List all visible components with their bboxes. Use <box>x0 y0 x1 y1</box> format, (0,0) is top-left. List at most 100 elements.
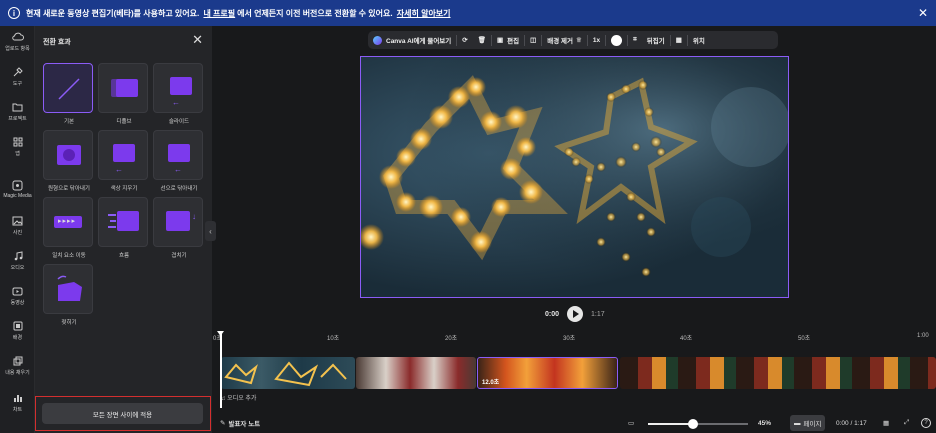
clip-gifts-selected[interactable]: 12.0초 <box>477 357 618 389</box>
canva-ai-button[interactable]: Canva AI에게 물어보기 <box>368 31 456 49</box>
position-button[interactable]: 위치 <box>688 31 710 49</box>
audio-add-label: 오디오 추가 <box>227 396 257 402</box>
timeline-ruler[interactable]: 0초 10초 20초 30초 40초 50초 1:00 <box>213 333 936 343</box>
apply-all-button[interactable]: 모든 장면 사이에 적용 <box>42 403 203 424</box>
rail-item-magic-media[interactable]: Magic Media <box>0 179 35 199</box>
bottom-bar: ✎ 발표자 노트 ▭ 45% ▬ 페이지 0:00 / 1:17 ▦ ⤢ ? <box>212 413 936 433</box>
transition-flow[interactable]: 흐름 <box>98 197 150 259</box>
total-time: 1:17 <box>591 310 605 318</box>
transition-slide[interactable]: ← 슬라이드 <box>153 63 205 125</box>
transition-circle-wipe[interactable]: 원형으로 닦아내기 <box>43 130 95 192</box>
rail-label: 차트 <box>12 407 23 413</box>
clip-presents[interactable] <box>620 357 936 389</box>
color-button[interactable] <box>606 31 627 49</box>
tools-icon <box>13 66 23 78</box>
rail-item-apps[interactable]: 앱 <box>0 136 35 157</box>
video-canvas[interactable] <box>360 56 789 298</box>
side-rail: 업로드 항목 도구 프로젝트 앱 Magic Media 사진 오디오 동영상 … <box>0 26 35 433</box>
transition-overlap[interactable]: ↓ 겹치기 <box>153 197 205 259</box>
flow-icon <box>98 197 148 247</box>
close-icon[interactable]: ✕ <box>918 6 928 20</box>
tick-label: 30초 <box>563 336 576 342</box>
transition-label: 젖히기 <box>61 320 77 326</box>
rail-item-video[interactable]: 동영상 <box>0 285 35 306</box>
transparency-button[interactable]: ▦ <box>671 31 687 49</box>
edit-button[interactable]: ▣ 편집 <box>492 31 524 49</box>
clip-stars[interactable] <box>221 357 355 389</box>
notes-icon: ✎ <box>220 420 226 427</box>
rail-item-audio[interactable]: 오디오 <box>0 250 35 271</box>
transition-line-wipe[interactable]: ← 선으로 닦아내기 <box>153 130 205 192</box>
replace-icon: ⟳ <box>462 37 468 44</box>
rail-label: Magic Media <box>3 193 32 199</box>
beta-banner: i 현재 새로운 동영상 편집기(베타)를 사용하고 있어요. 내 프로필 에서… <box>0 0 936 26</box>
dissolve-icon <box>98 63 148 113</box>
music-icon <box>13 250 23 262</box>
transition-match-move[interactable]: ▸▸▸▸ 일치 요소 이동 <box>43 197 95 259</box>
clip-duration: 12.0초 <box>482 380 500 386</box>
rail-item-uploads[interactable]: 업로드 항목 <box>0 31 35 52</box>
bg-remove-button[interactable]: 배경 제거 ♕ <box>542 31 587 49</box>
zoom-slider[interactable] <box>648 419 748 429</box>
photo-icon <box>12 215 23 227</box>
profile-link[interactable]: 내 프로필 <box>203 8 235 19</box>
peel-icon <box>43 264 93 314</box>
slide-icon: ← <box>153 63 203 113</box>
tick-label: 40초 <box>680 336 693 342</box>
split-icon: ◫ <box>530 37 537 44</box>
rail-item-chart[interactable]: 차트 <box>0 392 35 413</box>
delete-button[interactable]: 🗑 <box>473 31 491 49</box>
tick-label: 50초 <box>798 336 811 342</box>
rail-item-background[interactable]: 배경 <box>0 320 35 341</box>
background-icon <box>13 320 23 332</box>
clip-santa[interactable] <box>356 357 476 389</box>
speed-button[interactable]: 1x <box>588 31 605 49</box>
help-icon[interactable]: ? <box>921 418 931 428</box>
replace-button[interactable]: ⟳ <box>457 31 472 49</box>
rail-item-tools[interactable]: 도구 <box>0 66 35 87</box>
transition-label: 겹치기 <box>171 253 187 259</box>
split-button[interactable]: ◫ <box>525 31 541 49</box>
folder-icon <box>12 101 23 113</box>
color-wipe-icon: ← <box>98 130 148 180</box>
pages-icon: ▬ <box>794 419 801 427</box>
play-button[interactable] <box>567 306 584 322</box>
transition-label: 선으로 닦아내기 <box>160 186 198 192</box>
monitor-icon[interactable]: ▭ <box>628 419 634 427</box>
rail-label: 업로드 항목 <box>5 46 30 52</box>
clip-thumbnail <box>224 361 347 387</box>
collapse-panel-icon[interactable]: ‹ <box>205 221 216 241</box>
flip-button[interactable]: 뒤집기 <box>642 31 670 49</box>
current-time: 0:00 <box>545 310 560 318</box>
rail-label: 내용 채우기 <box>5 370 30 376</box>
rail-item-fill[interactable]: 내용 채우기 <box>0 355 35 376</box>
checker-icon: ▦ <box>675 37 682 44</box>
canva-ai-icon <box>373 35 382 45</box>
transition-peel[interactable]: 젖히기 <box>43 264 95 326</box>
rail-item-projects[interactable]: 프로젝트 <box>0 101 35 122</box>
fill-icon <box>13 355 23 367</box>
zoom-slider-knob[interactable] <box>688 419 698 429</box>
fullscreen-icon[interactable]: ⤢ <box>904 419 909 427</box>
transition-label: 색상 지우기 <box>110 186 138 192</box>
crop-button[interactable]: ⌗ <box>628 31 642 49</box>
close-icon[interactable]: ✕ <box>192 32 203 48</box>
transition-color-wipe[interactable]: ← 색상 지우기 <box>98 130 150 192</box>
audio-add-button[interactable]: ♫ 오디오 추가 <box>221 393 256 402</box>
learn-more-link[interactable]: 자세히 알아보기 <box>397 8 451 19</box>
rail-label: 배경 <box>12 335 23 341</box>
color-swatch-icon <box>611 34 623 46</box>
presenter-notes-button[interactable]: 발표자 노트 <box>228 418 260 428</box>
grid-view-icon[interactable]: ▦ <box>883 419 889 427</box>
info-icon: i <box>8 7 20 19</box>
transition-basic[interactable]: 기본 <box>43 63 95 125</box>
rail-item-photos[interactable]: 사진 <box>0 215 35 236</box>
tick-label: 10초 <box>327 336 340 342</box>
pages-label: 페이지 <box>803 421 822 428</box>
bg-remove-label: 배경 제거 <box>547 38 573 45</box>
pages-button[interactable]: ▬ 페이지 <box>790 415 826 431</box>
rail-label: 프로젝트 <box>8 116 27 122</box>
transition-dissolve[interactable]: 디졸브 <box>98 63 150 125</box>
banner-text: 현재 새로운 동영상 편집기(베타)를 사용하고 있어요. <box>26 8 200 18</box>
panel-title: 전환 효과 <box>43 39 71 46</box>
